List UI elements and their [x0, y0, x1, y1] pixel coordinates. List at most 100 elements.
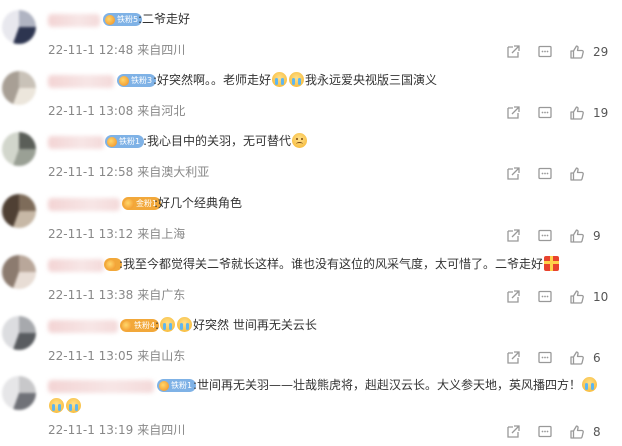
- share-icon[interactable]: [505, 424, 521, 440]
- avatar[interactable]: [2, 316, 36, 350]
- comment-text: :二爷走好: [138, 12, 191, 26]
- cry-emoji-icon: [272, 72, 288, 87]
- like-icon[interactable]: [569, 424, 585, 440]
- comment-text: :世间再无关羽——壮哉熊虎将，赳赳汉云长。大义参天地，英风播四方！: [193, 378, 582, 392]
- comment-meta: 22-11-1 13:19 来自四川: [48, 422, 185, 438]
- comment-body: : 好突然 世间再无关云长: [155, 315, 317, 335]
- comment-body: :二爷走好: [138, 9, 190, 29]
- fan-badge-label: 铁粉1: [119, 137, 141, 146]
- share-icon[interactable]: [505, 105, 521, 121]
- fan-badge[interactable]: 铁粉3: [117, 74, 157, 87]
- like-count: 19: [593, 106, 609, 120]
- comment-meta: 22-11-1 13:12 来自上海: [48, 226, 185, 242]
- comment-location: 来自四川: [137, 43, 186, 57]
- comment-icon[interactable]: [537, 289, 553, 305]
- comment-location: 来自山东: [137, 349, 186, 363]
- comment-item: 铁粉1:世间再无关羽——壮哉熊虎将，赳赳汉云长。大义参天地，英风播四方！ 22-1…: [0, 372, 622, 439]
- share-icon[interactable]: [505, 289, 521, 305]
- like-icon[interactable]: [569, 350, 585, 366]
- fan-badge-icon: [122, 320, 132, 331]
- comment-icon[interactable]: [537, 350, 553, 366]
- username-blurred[interactable]: [48, 320, 118, 333]
- sad-emoji-icon: [292, 133, 308, 148]
- comment-meta: 22-11-1 13:05 来自山东: [48, 348, 185, 364]
- comment-item: 金粉1:好几个经典角色 22-11-1 13:12 来自上海 9: [0, 190, 622, 252]
- cry-emoji-icon: [582, 377, 598, 392]
- username-blurred[interactable]: [48, 136, 104, 149]
- fan-badge-label: 铁粉3: [131, 76, 153, 85]
- comment-item: 铁粉4: 好突然 世间再无关云长 22-11-1 13:05 来自山东 6: [0, 312, 622, 374]
- fan-badge-label: 铁粉5: [117, 15, 139, 24]
- like-icon[interactable]: [569, 44, 585, 60]
- share-icon[interactable]: [505, 44, 521, 60]
- fan-badge[interactable]: 铁粉5: [103, 13, 143, 26]
- username-blurred[interactable]: [48, 380, 154, 393]
- share-icon[interactable]: [505, 166, 521, 182]
- like-count: 10: [593, 290, 609, 304]
- fan-badge[interactable]: 铁粉4: [120, 319, 160, 332]
- comment-icon[interactable]: [537, 228, 553, 244]
- fan-badge-icon: [159, 380, 169, 391]
- comment-time: 22-11-1 12:48: [48, 43, 134, 57]
- username-blurred[interactable]: [48, 259, 104, 272]
- comment-location: 来自四川: [137, 423, 186, 437]
- fan-badge-icon: [119, 75, 129, 86]
- comment-location: 来自广东: [137, 288, 186, 302]
- avatar[interactable]: [2, 71, 36, 105]
- comment-text: :我至今都觉得关二爷就长这样。谁也没有这位的风采气度，太可惜了。二爷走好: [119, 257, 544, 271]
- comment-text: 我永远爱央视版三国演义: [305, 73, 438, 87]
- like-icon[interactable]: [569, 166, 585, 182]
- comment-time: 22-11-1 13:05: [48, 349, 134, 363]
- cry-emoji-icon: [66, 398, 81, 413]
- like-icon[interactable]: [569, 228, 585, 244]
- comment-item: :我至今都觉得关二爷就长这样。谁也没有这位的风采气度，太可惜了。二爷走好 22-1…: [0, 251, 622, 313]
- comment-time: 22-11-1 13:08: [48, 104, 134, 118]
- comment-meta: 22-11-1 12:48 来自四川: [48, 42, 185, 58]
- comment-body: :好突然啊。。老师走好 我永远爱央视版三国演义: [153, 70, 437, 90]
- comment-meta: 22-11-1 13:08 来自河北: [48, 103, 185, 119]
- comment-icon[interactable]: [537, 166, 553, 182]
- comment-time: 22-11-1 13:12: [48, 227, 134, 241]
- username-blurred[interactable]: [48, 75, 114, 88]
- avatar[interactable]: [2, 255, 36, 289]
- comment-item: 铁粉5:二爷走好 22-11-1 12:48 来自四川 29: [0, 6, 622, 68]
- comment-time: 22-11-1 13:19: [48, 423, 134, 437]
- username-blurred[interactable]: [48, 198, 120, 211]
- fan-badge[interactable]: 铁粉1: [157, 379, 197, 392]
- avatar[interactable]: [2, 376, 36, 410]
- like-count: 9: [593, 229, 601, 243]
- like-count: 6: [593, 351, 601, 365]
- comment-location: 来自河北: [137, 104, 186, 118]
- fan-badge-icon: [106, 259, 116, 270]
- comment-icon[interactable]: [537, 44, 553, 60]
- share-icon[interactable]: [505, 350, 521, 366]
- comment-meta: 22-11-1 12:58 来自澳大利亚: [48, 164, 209, 180]
- comment-body: :世间再无关羽——壮哉熊虎将，赳赳汉云长。大义参天地，英风播四方！: [193, 375, 598, 395]
- username-blurred[interactable]: [48, 14, 100, 27]
- fan-badge-label: 铁粉1: [171, 381, 193, 390]
- comment-text: :好几个经典角色: [154, 196, 243, 210]
- share-icon[interactable]: [505, 228, 521, 244]
- like-count: 29: [593, 45, 609, 59]
- comment-body-continued: [48, 396, 82, 416]
- comment-icon[interactable]: [537, 424, 553, 440]
- fan-badge-label: 铁粉4: [134, 321, 156, 330]
- comment-text: :: [155, 318, 160, 332]
- like-icon[interactable]: [569, 289, 585, 305]
- comment-body: :我心目中的关羽，无可替代: [143, 131, 308, 151]
- comment-icon[interactable]: [537, 105, 553, 121]
- like-icon[interactable]: [569, 105, 585, 121]
- avatar[interactable]: [2, 132, 36, 166]
- comment-meta: 22-11-1 13:38 来自广东: [48, 287, 185, 303]
- comment-body: :好几个经典角色: [154, 193, 242, 213]
- avatar[interactable]: [2, 194, 36, 228]
- comment-location: 来自上海: [137, 227, 186, 241]
- fan-badge[interactable]: 铁粉1: [105, 135, 145, 148]
- comment-time: 22-11-1 13:38: [48, 288, 134, 302]
- comment-text: :我心目中的关羽，无可替代: [143, 134, 292, 148]
- like-count: 8: [593, 425, 601, 439]
- cry-emoji-icon: [177, 317, 193, 332]
- cry-emoji-icon: [160, 317, 176, 332]
- fan-badge-icon: [124, 198, 134, 209]
- avatar[interactable]: [2, 10, 36, 44]
